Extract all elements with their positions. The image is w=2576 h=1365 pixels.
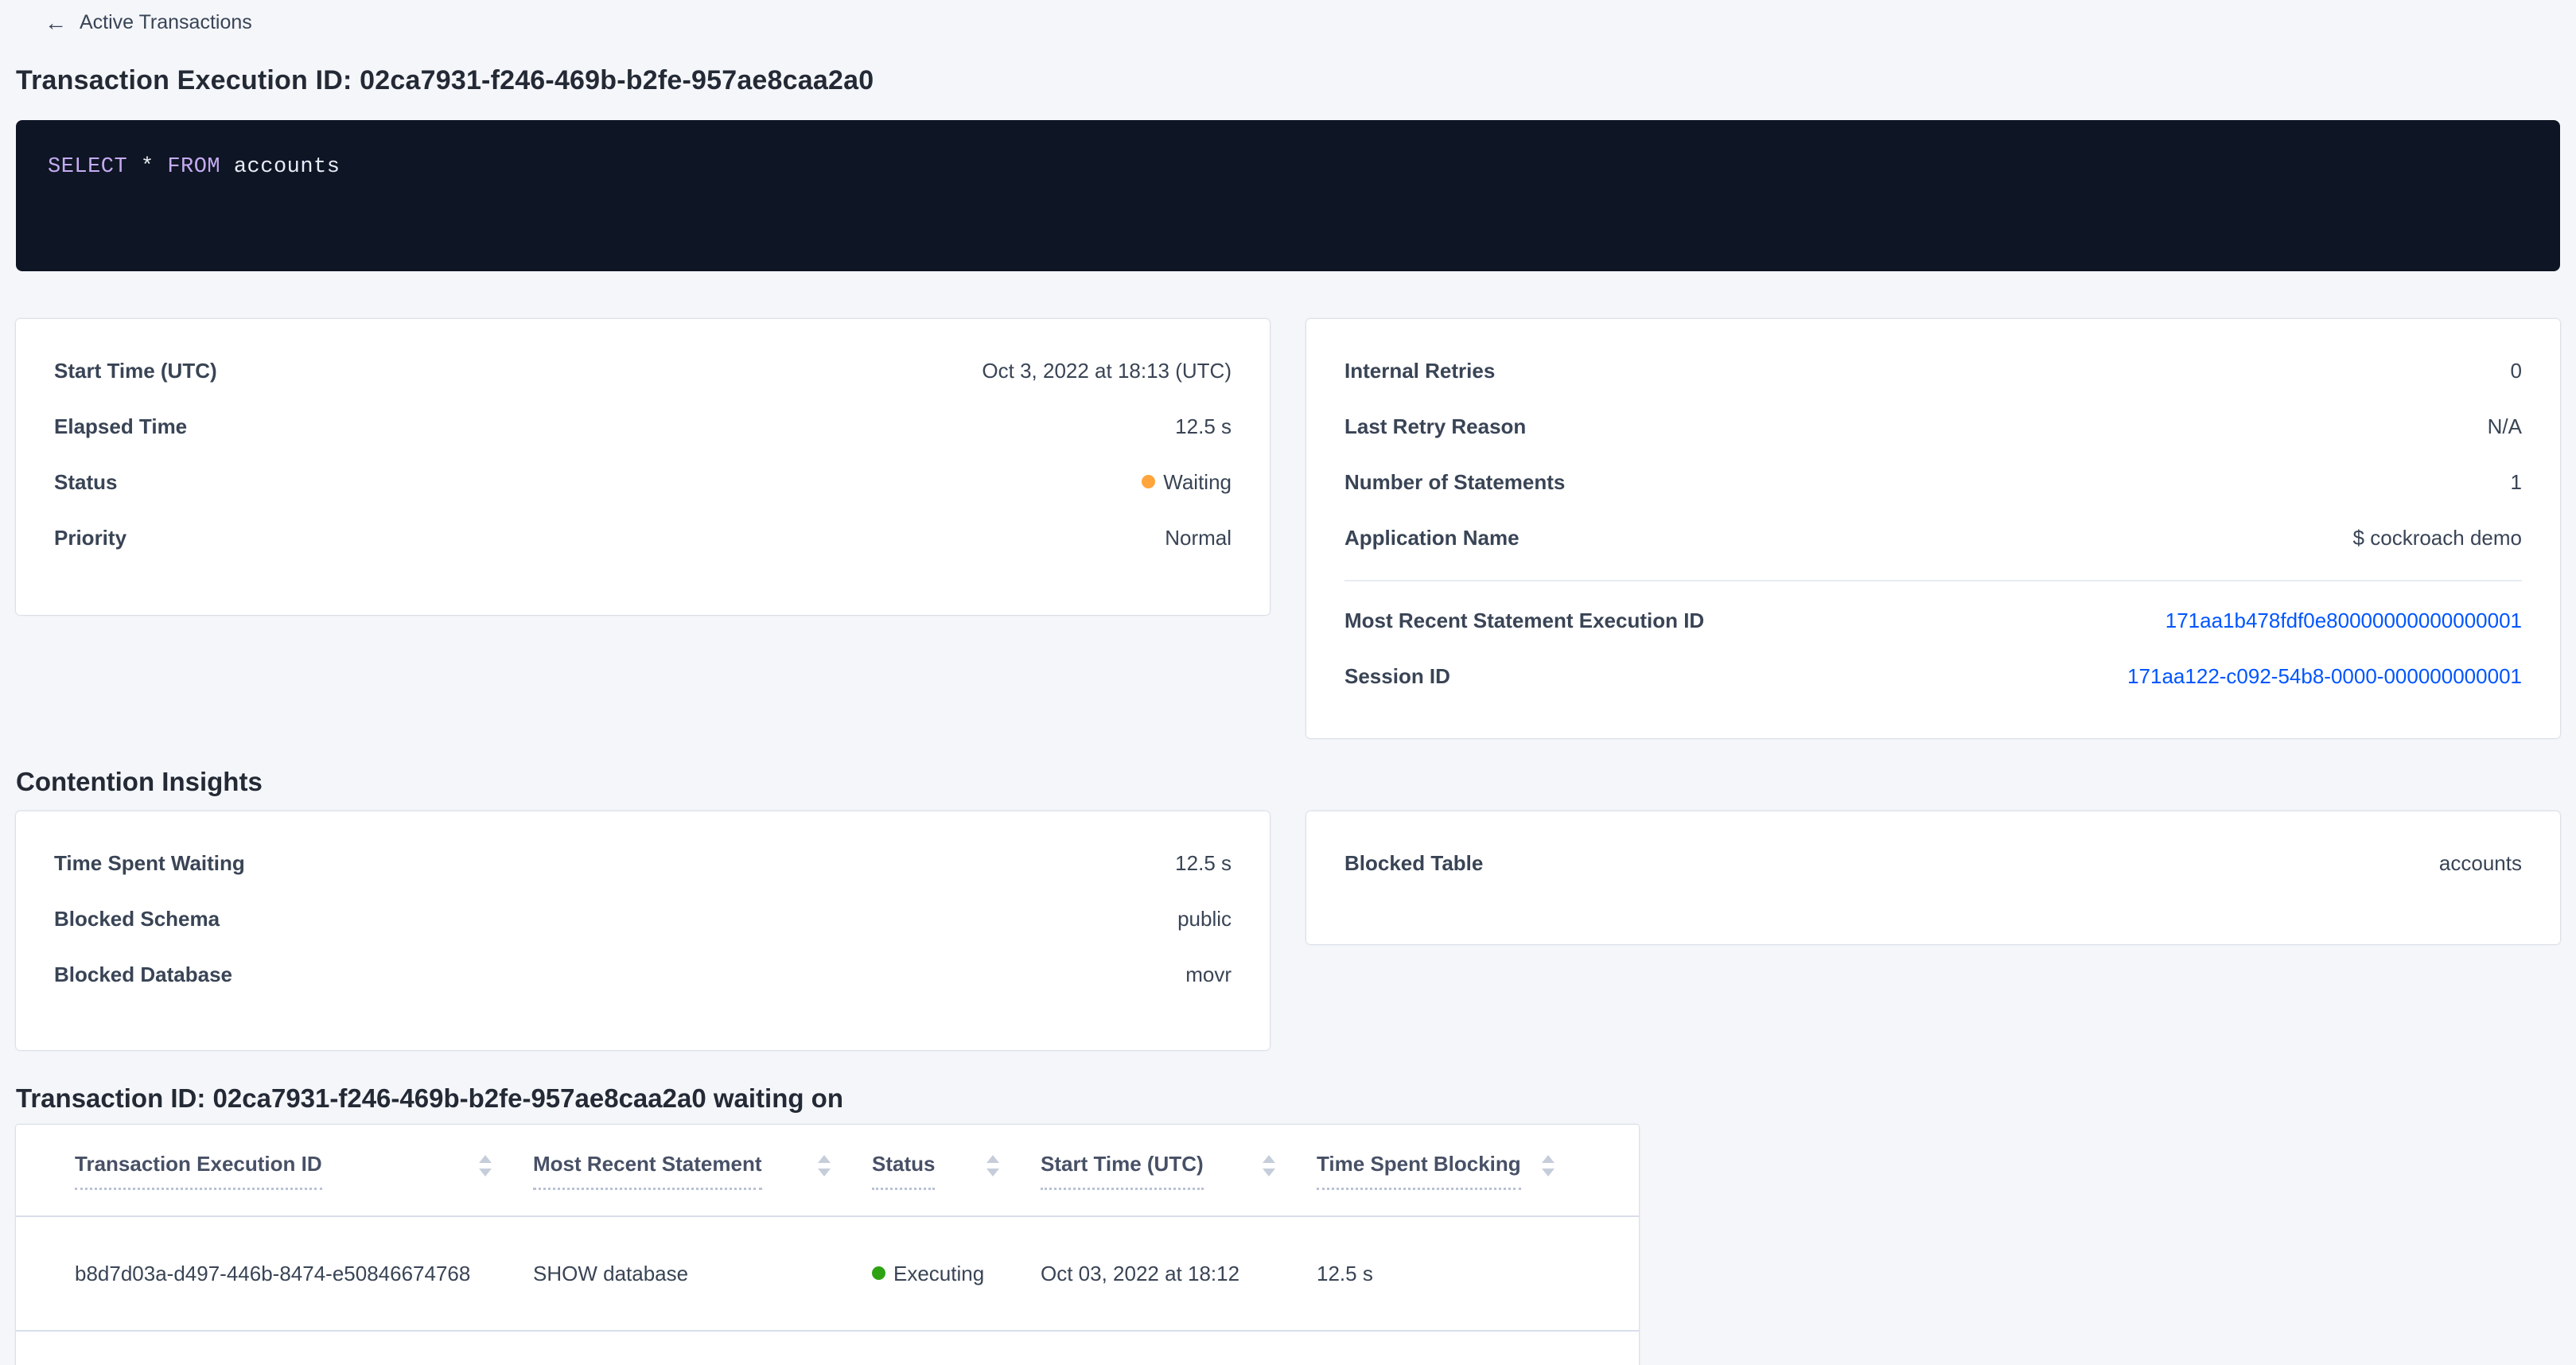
column-header-start-time: Start Time (UTC) (1041, 1152, 1317, 1215)
table-header-row: Transaction Execution ID Most Recent Sta… (16, 1125, 1639, 1217)
field-value: 0 (2511, 359, 2522, 383)
overview-card-right: Internal Retries 0 Last Retry Reason N/A… (1306, 319, 2560, 738)
field-row-application-name: Application Name $ cockroach demo (1344, 510, 2522, 566)
sql-keyword-select: SELECT (48, 155, 127, 179)
transaction-details-page: ← Active Transactions Transaction Execut… (0, 0, 2576, 1365)
contention-card-left: Time Spent Waiting 12.5 s Blocked Schema… (16, 811, 1270, 1050)
sort-icon[interactable] (1542, 1155, 1555, 1176)
sql-keyword-from: FROM (167, 155, 220, 179)
field-row-internal-retries: Internal Retries 0 (1344, 343, 2522, 399)
field-label: Application Name (1344, 526, 1520, 550)
column-header-status: Status (872, 1152, 1041, 1215)
field-value: $ cockroach demo (2353, 526, 2522, 550)
column-header-transaction-execution-id: Transaction Execution ID (75, 1152, 533, 1215)
session-id-link[interactable]: 171aa122-c092-54b8-0000-000000000001 (2127, 664, 2522, 689)
field-value: 12.5 s (1175, 851, 1232, 876)
field-row-statement-execution-id: Most Recent Statement Execution ID 171aa… (1344, 593, 2522, 648)
field-row-elapsed-time: Elapsed Time 12.5 s (54, 399, 1232, 454)
field-row-blocked-table: Blocked Table accounts (1344, 835, 2522, 891)
column-header-label[interactable]: Most Recent Statement (533, 1152, 762, 1190)
field-value: movr (1185, 962, 1232, 987)
back-link-active-transactions[interactable]: ← Active Transactions (16, 11, 252, 34)
field-label: Last Retry Reason (1344, 414, 1526, 439)
field-label: Status (54, 470, 117, 495)
field-row-number-of-statements: Number of Statements 1 (1344, 454, 2522, 510)
field-label: Priority (54, 526, 126, 550)
waiting-on-heading: Transaction ID: 02ca7931-f246-469b-b2fe-… (16, 1083, 2560, 1114)
table-row: b8d7d03a-d497-446b-8474-e50846674768 SHO… (16, 1217, 1639, 1332)
sort-icon[interactable] (818, 1155, 831, 1176)
field-value: public (1177, 907, 1232, 931)
status-dot-executing-icon (872, 1266, 885, 1280)
column-header-label[interactable]: Transaction Execution ID (75, 1152, 322, 1190)
field-value: Normal (1165, 526, 1232, 550)
status-label: Executing (893, 1262, 984, 1285)
field-row-status: Status Waiting (54, 454, 1232, 510)
sql-statement-box: SELECT * FROM accounts (16, 120, 2560, 271)
contention-insights-heading: Contention Insights (16, 767, 2560, 797)
sort-icon[interactable] (479, 1155, 492, 1176)
overview-card-left: Start Time (UTC) Oct 3, 2022 at 18:13 (U… (16, 319, 1270, 615)
cell-start-time: Oct 03, 2022 at 18:12 (1041, 1262, 1317, 1286)
field-label: Blocked Schema (54, 907, 220, 931)
field-label: Session ID (1344, 664, 1450, 689)
field-label: Internal Retries (1344, 359, 1495, 383)
statement-execution-id-link[interactable]: 171aa1b478fdf0e80000000000000001 (2165, 609, 2522, 633)
cell-most-recent-statement: SHOW database (533, 1262, 872, 1286)
field-row-blocked-database: Blocked Database movr (54, 947, 1232, 1002)
page-title: Transaction Execution ID: 02ca7931-f246-… (16, 65, 2560, 96)
field-label: Blocked Database (54, 962, 232, 987)
cell-transaction-execution-id: b8d7d03a-d497-446b-8474-e50846674768 (75, 1262, 533, 1286)
back-link-label: Active Transactions (80, 11, 252, 34)
column-header-most-recent-statement: Most Recent Statement (533, 1152, 872, 1215)
status-label: Waiting (1163, 470, 1232, 494)
field-row-time-spent-waiting: Time Spent Waiting 12.5 s (54, 835, 1232, 891)
field-row-start-time: Start Time (UTC) Oct 3, 2022 at 18:13 (U… (54, 343, 1232, 399)
field-label: Start Time (UTC) (54, 359, 217, 383)
sort-icon[interactable] (986, 1155, 999, 1176)
column-header-time-spent-blocking: Time Spent Blocking (1317, 1152, 1596, 1215)
cell-status: Executing (872, 1262, 1041, 1286)
field-row-priority: Priority Normal (54, 510, 1232, 566)
cell-time-spent-blocking: 12.5 s (1317, 1262, 1596, 1286)
field-value: Oct 3, 2022 at 18:13 (UTC) (982, 359, 1232, 383)
field-label: Time Spent Waiting (54, 851, 245, 876)
field-label: Blocked Table (1344, 851, 1483, 876)
field-value: accounts (2439, 851, 2522, 876)
field-row-blocked-schema: Blocked Schema public (54, 891, 1232, 947)
sql-star: * (127, 155, 167, 179)
back-row: ← Active Transactions (16, 0, 2560, 45)
field-value: N/A (2488, 414, 2522, 439)
field-label: Number of Statements (1344, 470, 1565, 495)
column-header-label[interactable]: Status (872, 1152, 935, 1190)
status-dot-waiting-icon (1142, 475, 1155, 488)
status-badge: Waiting (1142, 470, 1232, 495)
field-label: Elapsed Time (54, 414, 187, 439)
column-header-label[interactable]: Start Time (UTC) (1041, 1152, 1204, 1190)
field-label: Most Recent Statement Execution ID (1344, 609, 1704, 633)
card-divider (1344, 580, 2522, 581)
arrow-left-icon: ← (45, 12, 67, 34)
field-value: 1 (2511, 470, 2522, 495)
column-header-label[interactable]: Time Spent Blocking (1317, 1152, 1521, 1190)
sql-statement: SELECT * FROM accounts (48, 155, 340, 179)
field-row-session-id: Session ID 171aa122-c092-54b8-0000-00000… (1344, 648, 2522, 704)
waiting-transactions-table: Transaction Execution ID Most Recent Sta… (16, 1125, 1639, 1365)
overview-cards-row: Start Time (UTC) Oct 3, 2022 at 18:13 (U… (16, 319, 2560, 738)
contention-cards-row: Time Spent Waiting 12.5 s Blocked Schema… (16, 811, 2560, 1050)
sort-icon[interactable] (1263, 1155, 1275, 1176)
field-row-last-retry-reason: Last Retry Reason N/A (1344, 399, 2522, 454)
field-value: 12.5 s (1175, 414, 1232, 439)
sql-table-name: accounts (220, 155, 340, 179)
contention-card-right: Blocked Table accounts (1306, 811, 2560, 944)
